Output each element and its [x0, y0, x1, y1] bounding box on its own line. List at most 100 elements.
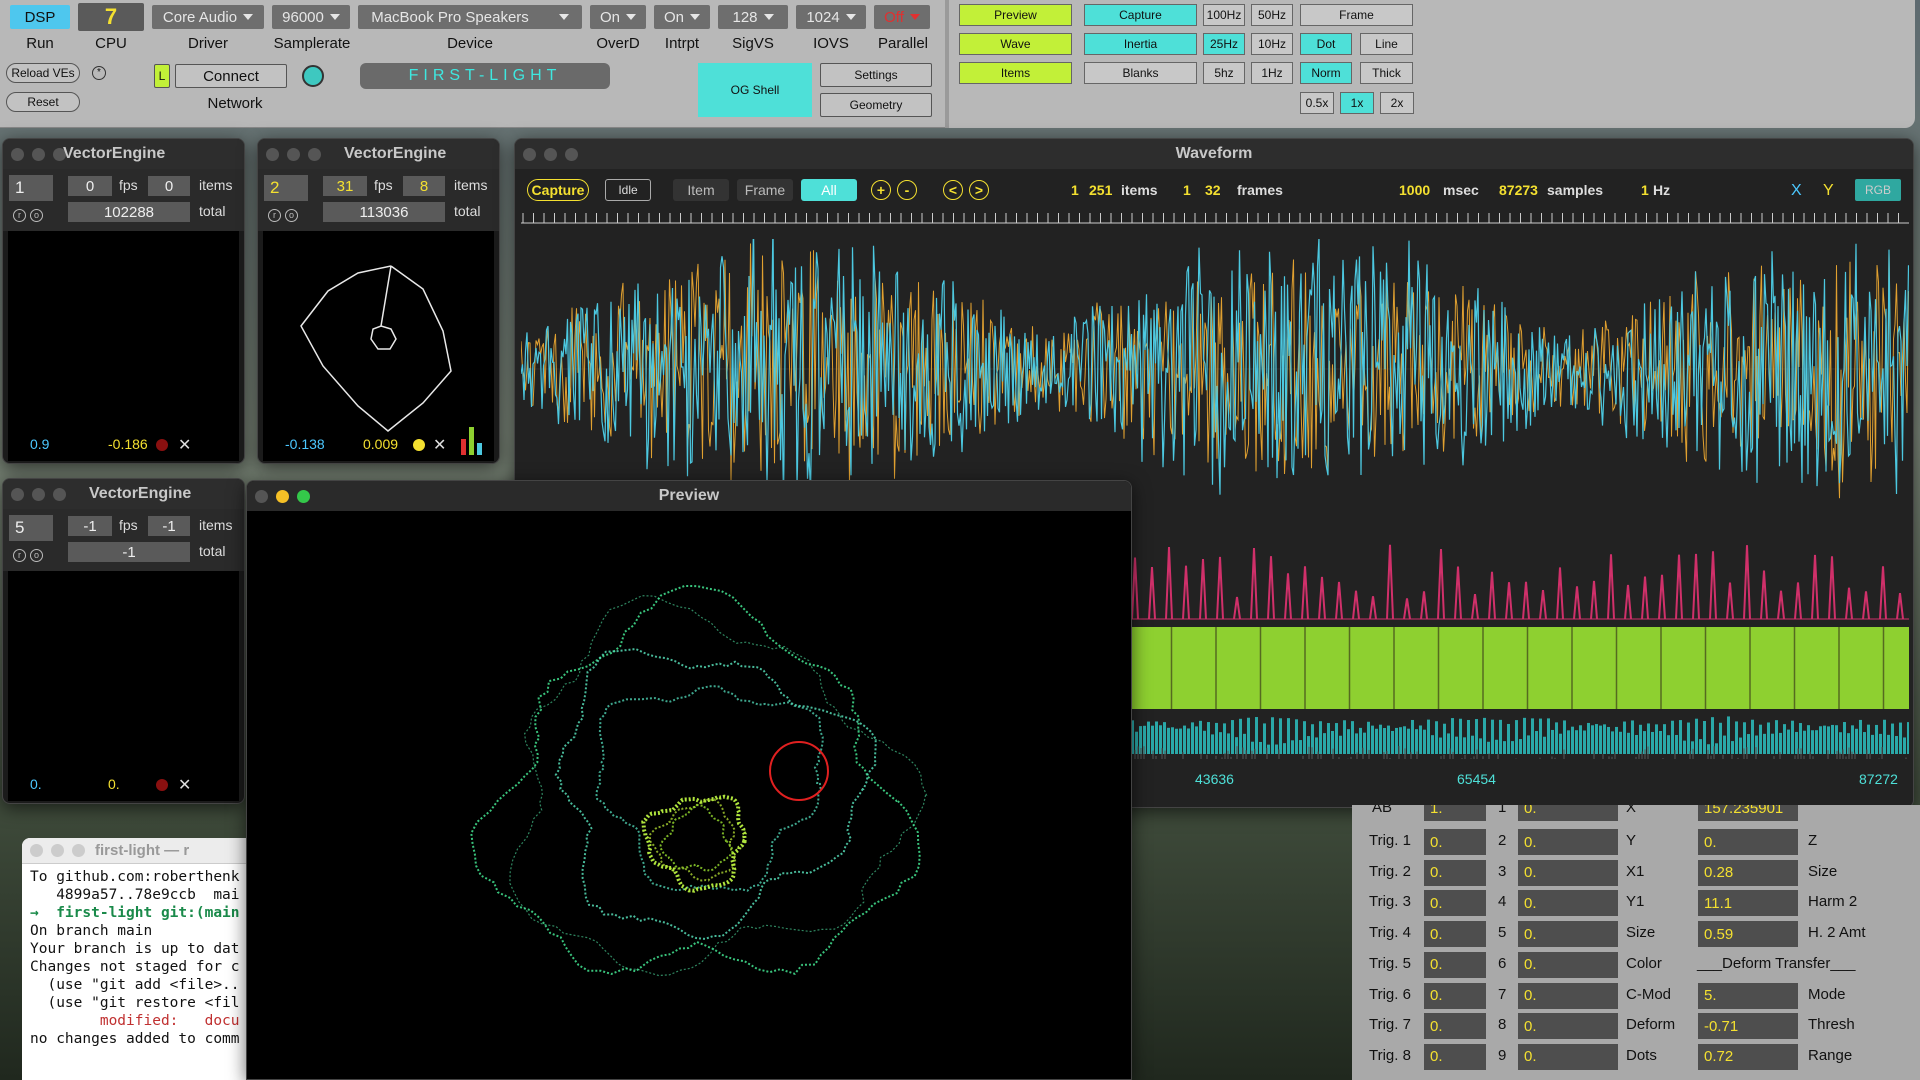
num-value[interactable]: 0.	[1518, 921, 1618, 948]
zoom-out-icon[interactable]: -	[897, 180, 917, 200]
frame-mode-button[interactable]: Frame	[1300, 4, 1413, 26]
reload-ves-button[interactable]: Reload VEs	[6, 63, 80, 83]
close-icon[interactable]: ✕	[433, 435, 446, 455]
close-icon[interactable]	[255, 489, 268, 503]
zoom-in-icon[interactable]: +	[871, 180, 891, 200]
settings-button[interactable]: Settings	[820, 63, 932, 87]
zoom-icon[interactable]	[53, 487, 66, 501]
frame-mode-button[interactable]: Frame	[737, 179, 793, 201]
preview-canvas[interactable]	[247, 511, 1132, 1080]
close-icon[interactable]	[11, 487, 24, 501]
num-value[interactable]: 0.	[1518, 951, 1618, 978]
items-value[interactable]: -1	[148, 516, 190, 536]
zoom-icon[interactable]	[53, 147, 66, 161]
driver-dropdown[interactable]: Core Audio	[152, 5, 264, 29]
x-channel-toggle[interactable]: X	[1791, 182, 1802, 200]
close-icon[interactable]	[266, 147, 279, 161]
rate-25hz-button[interactable]: 25Hz	[1203, 33, 1245, 55]
next-icon[interactable]: >	[969, 180, 989, 200]
thick-mode-button[interactable]: Thick	[1360, 62, 1413, 84]
preview-toggle[interactable]: Preview	[959, 4, 1072, 26]
fps-value[interactable]: 0	[68, 176, 112, 196]
dot-mode-button[interactable]: Dot	[1300, 33, 1352, 55]
refresh-icon[interactable]: r	[13, 209, 26, 222]
trigger-value[interactable]: 0.	[1424, 859, 1486, 886]
rate-1hz-button[interactable]: 1Hz	[1251, 62, 1293, 84]
zoom-icon[interactable]	[297, 489, 310, 503]
fps-value[interactable]: 31	[323, 176, 367, 196]
parallel-dropdown[interactable]: Off	[874, 5, 930, 29]
norm-mode-button[interactable]: Norm	[1300, 62, 1352, 84]
y-channel-toggle[interactable]: Y	[1823, 182, 1834, 200]
trigger-value[interactable]: 0.	[1424, 982, 1486, 1009]
num-value[interactable]: 0.	[1518, 890, 1618, 917]
param-value[interactable]: 0.59	[1698, 921, 1798, 948]
rgb-toggle[interactable]: RGB	[1855, 179, 1901, 201]
timeline-ruler[interactable]	[521, 211, 1909, 227]
samplerate-dropdown[interactable]: 96000	[272, 5, 350, 29]
trigger-value[interactable]: 0.	[1424, 1043, 1486, 1070]
power-icon[interactable]: o	[285, 209, 298, 222]
zoom-2x-button[interactable]: 2x	[1380, 92, 1414, 114]
all-mode-button[interactable]: All	[801, 179, 857, 201]
line-mode-button[interactable]: Line	[1360, 33, 1413, 55]
zoom-half-button[interactable]: 0.5x	[1300, 92, 1334, 114]
inertia-toggle[interactable]: Inertia	[1084, 33, 1197, 55]
close-icon[interactable]: ✕	[178, 435, 191, 455]
terminal-window[interactable]: first-light — r To github.com:roberthenk…	[22, 838, 247, 1080]
preview-window[interactable]: Preview	[246, 480, 1132, 1080]
zoom-1x-button[interactable]: 1x	[1340, 92, 1374, 114]
dsp-button[interactable]: DSP	[10, 5, 70, 29]
reset-button[interactable]: Reset	[6, 92, 80, 112]
minimize-icon[interactable]	[32, 487, 45, 501]
og-shell-button[interactable]: OG Shell	[698, 63, 812, 117]
items-toggle[interactable]: Items	[959, 62, 1072, 84]
param-value[interactable]: 5.	[1698, 982, 1798, 1009]
zoom-icon[interactable]	[565, 147, 578, 161]
rate-10hz-button[interactable]: 10Hz	[1251, 33, 1293, 55]
num-value[interactable]: 0.	[1518, 859, 1618, 886]
minimize-icon[interactable]	[276, 489, 289, 503]
param-value[interactable]: 0.28	[1698, 859, 1798, 886]
power-icon[interactable]: o	[30, 209, 43, 222]
blanks-toggle[interactable]: Blanks	[1084, 62, 1197, 84]
iovs-dropdown[interactable]: 1024	[796, 5, 866, 29]
x-value[interactable]: 157.235901	[1698, 805, 1798, 821]
trigger-value[interactable]: 0.	[1424, 921, 1486, 948]
terminal-output[interactable]: To github.com:roberthenk 4899a57..78e9cc…	[22, 864, 247, 1048]
close-icon[interactable]	[30, 844, 43, 857]
rate-5hz-button[interactable]: 5hz	[1203, 62, 1245, 84]
ab-value[interactable]: 1.	[1424, 805, 1486, 821]
connect-button[interactable]: Connect	[175, 64, 287, 88]
trigger-value[interactable]: 0.	[1424, 890, 1486, 917]
minimize-icon[interactable]	[51, 844, 64, 857]
vector-engine-window-2[interactable]: VectorEngine 2 31 fps 8 items 113036 tot…	[257, 138, 500, 464]
previous-icon[interactable]: <	[943, 180, 963, 200]
trigger-value[interactable]: 0.	[1424, 951, 1486, 978]
idle-button[interactable]: Idle	[605, 179, 651, 201]
refresh-icon[interactable]: r	[268, 209, 281, 222]
zoom-icon[interactable]	[72, 844, 85, 857]
num-value[interactable]: 0.	[1518, 1013, 1618, 1040]
minimize-icon[interactable]	[544, 147, 557, 161]
close-icon[interactable]	[523, 147, 536, 161]
zoom-icon[interactable]	[308, 147, 321, 161]
geometry-button[interactable]: Geometry	[820, 93, 932, 117]
param-value[interactable]: 0.	[1698, 829, 1798, 855]
trigger-value[interactable]: 0.	[1424, 829, 1486, 855]
num-value[interactable]: 0.	[1518, 805, 1618, 821]
trigger-value[interactable]: 0.	[1424, 1013, 1486, 1040]
vector-engine-window-1[interactable]: VectorEngine 1 0 fps 0 items 102288 tota…	[2, 138, 245, 464]
items-value[interactable]: 8	[403, 176, 445, 196]
close-icon[interactable]	[11, 147, 24, 161]
vector-engine-window-5[interactable]: VectorEngine 5 -1 fps -1 items -1 total …	[2, 478, 245, 804]
capture-button[interactable]: Capture	[527, 179, 589, 201]
param-value[interactable]: 0.72	[1698, 1043, 1798, 1070]
sigvs-dropdown[interactable]: 128	[718, 5, 788, 29]
l-toggle-button[interactable]: L	[154, 64, 170, 88]
num-value[interactable]: 0.	[1518, 982, 1618, 1009]
param-value[interactable]: -0.71	[1698, 1013, 1798, 1040]
device-dropdown[interactable]: MacBook Pro Speakers	[358, 5, 582, 29]
refresh-icon[interactable]: *	[92, 66, 106, 80]
rate-100hz-button[interactable]: 100Hz	[1203, 4, 1245, 26]
